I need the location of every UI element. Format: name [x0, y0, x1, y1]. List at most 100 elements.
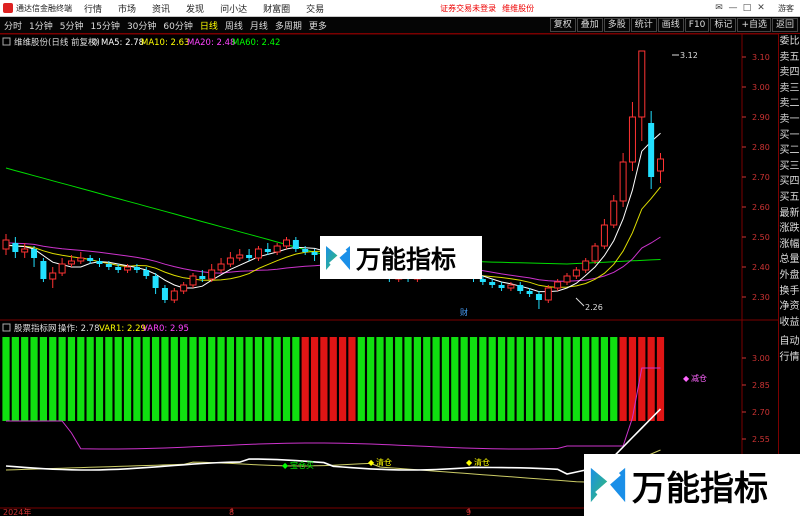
sidebar-item-change-pct[interactable]: 涨幅 [779, 237, 800, 253]
candle[interactable] [311, 249, 318, 261]
candle[interactable] [77, 252, 85, 264]
sidebar-item-net-assets[interactable]: 净资 [779, 299, 800, 315]
sidebar-item-last[interactable]: 最新 [779, 206, 800, 222]
guest-user[interactable]: 游客 [778, 3, 794, 14]
sidebar-item-bid2[interactable]: 买二 [779, 143, 800, 159]
sidebar-item-ask5[interactable]: 卖五 [779, 50, 800, 66]
tool-multi-stock-button[interactable]: 多股 [603, 18, 630, 32]
sidebar-item-bid-ratio[interactable]: 委比 [779, 34, 800, 50]
tool-mark-button[interactable]: 标记 [710, 18, 737, 32]
tab-weekly[interactable]: 周线 [225, 19, 243, 32]
candle[interactable] [226, 252, 234, 267]
sidebar-item-ask2[interactable]: 卖二 [779, 96, 800, 112]
finance-marker[interactable]: 财 [460, 307, 468, 317]
sidebar-item-quote[interactable]: 行情 [779, 350, 800, 366]
mail-icon[interactable]: ✉ [712, 1, 726, 15]
sidebar-item-earnings[interactable]: 收益 [779, 315, 800, 331]
candle[interactable] [236, 249, 244, 261]
tab-daily[interactable]: 日线 [200, 19, 218, 32]
close-icon[interactable]: ✕ [754, 1, 768, 15]
tab-60min[interactable]: 60分钟 [163, 19, 192, 32]
candle[interactable] [217, 258, 225, 273]
candle[interactable] [600, 219, 608, 249]
candle[interactable] [40, 258, 47, 282]
chart-menu-icon[interactable] [2, 37, 11, 46]
tab-monthly[interactable]: 月线 [250, 19, 268, 32]
candle[interactable] [264, 243, 271, 255]
candle[interactable] [657, 153, 664, 183]
sidebar-item-volume[interactable]: 总量 [779, 252, 800, 268]
sidebar-item-bid4[interactable]: 买四 [779, 174, 800, 190]
sidebar-item-outer[interactable]: 外盘 [779, 268, 800, 284]
candle[interactable] [489, 279, 496, 288]
sidebar-item-ask3[interactable]: 卖三 [779, 81, 800, 97]
candle[interactable] [21, 243, 29, 258]
tool-stats-button[interactable]: 统计 [630, 18, 657, 32]
sub-chart-menu-icon[interactable] [2, 323, 11, 332]
candle[interactable] [535, 291, 542, 309]
candle[interactable] [498, 282, 505, 291]
sidebar-item-turnover[interactable]: 换手 [779, 284, 800, 300]
candle[interactable] [591, 243, 599, 264]
candle[interactable] [254, 246, 262, 261]
tab-15min[interactable]: 15分钟 [90, 19, 119, 32]
candle[interactable] [582, 258, 590, 273]
tab-intraday[interactable]: 分时 [4, 19, 22, 32]
sidebar-item-bid5[interactable]: 买五 [779, 190, 800, 206]
tab-1min[interactable]: 1分钟 [29, 19, 53, 32]
tool-adjust-button[interactable]: 复权 [549, 18, 576, 32]
candle[interactable] [273, 243, 281, 255]
candle[interactable] [96, 258, 103, 267]
candle[interactable] [563, 273, 571, 285]
candle[interactable] [152, 273, 159, 294]
tool-f10-button[interactable]: F10 [684, 18, 710, 32]
candle[interactable] [31, 246, 38, 267]
stock-link[interactable]: 维维股份 [502, 3, 534, 14]
candle[interactable] [638, 50, 646, 141]
candle[interactable] [619, 153, 627, 207]
candle[interactable] [283, 237, 290, 249]
candle[interactable] [180, 282, 188, 294]
candle[interactable] [246, 249, 253, 261]
tab-5min[interactable]: 5分钟 [60, 19, 84, 32]
candle[interactable] [49, 267, 57, 288]
tool-add-watchlist-button[interactable]: +自选 [737, 18, 771, 32]
minimize-icon[interactable]: — [726, 1, 740, 15]
sidebar-item-bid3[interactable]: 买三 [779, 159, 800, 175]
sidebar-item-bid1[interactable]: 买一 [779, 128, 800, 144]
tab-30min[interactable]: 30分钟 [127, 19, 156, 32]
tool-draw-button[interactable]: 画线 [657, 18, 684, 32]
sidebar-item-ask1[interactable]: 卖一 [779, 112, 800, 128]
candle[interactable] [628, 102, 636, 171]
candle[interactable] [2, 234, 10, 255]
login-warning[interactable]: 证券交易未登录 [440, 3, 496, 14]
candle[interactable] [12, 237, 19, 258]
candle[interactable] [58, 258, 66, 276]
menu-item-markets[interactable]: 市场 [118, 2, 136, 15]
candle[interactable] [544, 285, 552, 303]
sidebar-item-auto[interactable]: 自动 [779, 334, 800, 350]
settings-icon[interactable]: ⚙ [91, 38, 99, 48]
tab-multi-period[interactable]: 多周期 [275, 19, 302, 32]
candle[interactable] [170, 288, 178, 303]
tool-overlay-button[interactable]: 叠加 [576, 18, 603, 32]
sidebar-item-change[interactable]: 涨跌 [779, 221, 800, 237]
menu-item-market[interactable]: 行情 [84, 2, 102, 15]
tool-back-button[interactable]: 返回 [771, 18, 798, 32]
candle[interactable] [610, 195, 618, 228]
tab-more[interactable]: 更多 [309, 19, 327, 32]
menu-item-news[interactable]: 资讯 [152, 2, 170, 15]
candle[interactable] [189, 273, 197, 288]
candle[interactable] [208, 264, 216, 282]
menu-item-ask[interactable]: 问小达 [220, 2, 247, 15]
candle[interactable] [292, 237, 299, 252]
candle[interactable] [517, 282, 524, 294]
maximize-icon[interactable]: □ [740, 1, 754, 15]
candle[interactable] [161, 285, 168, 303]
menu-item-trade[interactable]: 交易 [306, 2, 324, 15]
menu-item-discover[interactable]: 发现 [186, 2, 204, 15]
menu-item-wealth[interactable]: 财富圈 [263, 2, 290, 15]
candle[interactable] [143, 267, 150, 279]
candle[interactable] [648, 111, 655, 189]
candle[interactable] [572, 267, 580, 279]
